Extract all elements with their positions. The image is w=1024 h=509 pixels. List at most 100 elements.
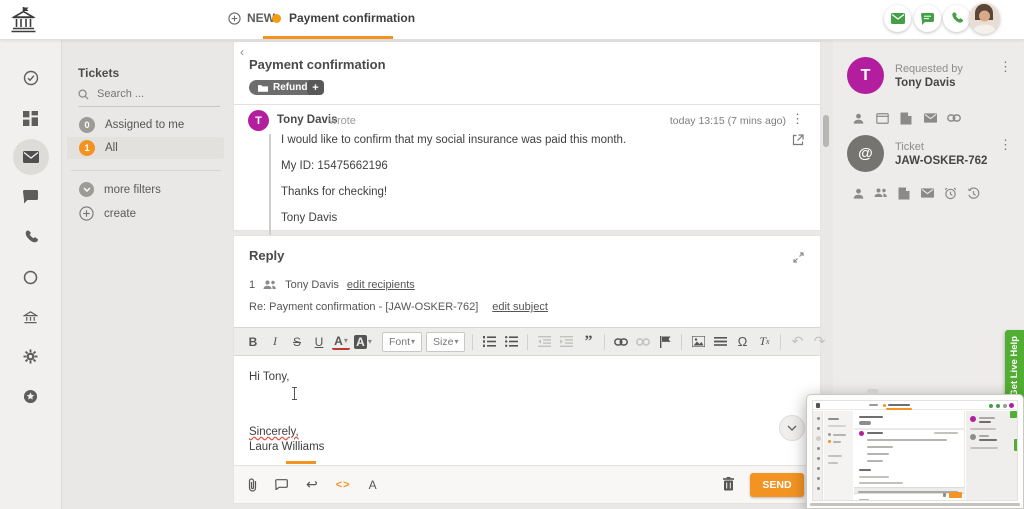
new-chat-button[interactable] <box>914 5 941 32</box>
quote-reply-button[interactable]: ↩ <box>306 476 318 493</box>
note-icon <box>898 187 910 200</box>
outdent-button[interactable] <box>535 332 553 352</box>
agent-avatar[interactable] <box>969 3 1000 34</box>
open-in-new-window-icon[interactable] <box>792 134 804 146</box>
requester-card-button[interactable] <box>875 111 889 125</box>
new-email-button[interactable] <box>884 5 911 32</box>
ticket-tab-payment-confirmation[interactable]: Payment confirmation <box>272 11 415 25</box>
requester-avatar[interactable]: T <box>847 57 884 94</box>
requested-by-label: Requested by <box>895 63 963 75</box>
insert-image-button[interactable] <box>689 332 707 352</box>
assigned-count-badge: 0 <box>79 117 95 133</box>
ticket-title: Payment confirmation <box>249 57 386 72</box>
message-menu-kebab-icon[interactable]: ⋮ <box>791 112 804 125</box>
active-tab-underline <box>263 36 393 39</box>
ticket-notes-button[interactable] <box>897 186 911 200</box>
recipients-count: 1 <box>249 279 255 291</box>
requester-profile-button[interactable] <box>851 111 865 125</box>
ticket-history-button[interactable] <box>966 186 980 200</box>
requester-link-button[interactable] <box>947 111 961 125</box>
filter-assigned-to-me[interactable]: 0 Assigned to me <box>67 114 224 136</box>
expand-editor-icon[interactable] <box>793 252 804 263</box>
html-source-button[interactable]: <> <box>336 479 351 491</box>
subject-row: Re: Payment confirmation - [JAW-OSKER-76… <box>249 301 548 313</box>
edit-subject-link[interactable]: edit subject <box>492 301 548 313</box>
strikethrough-button[interactable]: S <box>288 332 306 352</box>
reply-editor-card: Reply 1 Tony Davis edit recipients Re: P… <box>233 235 821 504</box>
search-input[interactable] <box>97 88 207 100</box>
edit-recipients-link[interactable]: edit recipients <box>347 279 415 291</box>
nav-social-button[interactable] <box>13 259 49 295</box>
flag-button[interactable] <box>656 332 674 352</box>
plain-text-button[interactable]: A <box>369 478 377 492</box>
canned-message-button[interactable] <box>275 479 288 490</box>
discard-draft-button[interactable] <box>723 477 734 491</box>
size-select[interactable]: Size ▾ <box>426 332 465 352</box>
nav-to-solve-button[interactable] <box>13 60 49 96</box>
clear-format-button[interactable]: Tx <box>755 332 773 352</box>
new-call-button[interactable] <box>943 5 970 32</box>
send-button[interactable]: SEND <box>750 473 804 497</box>
new-ticket-tab[interactable]: NEW <box>228 11 275 25</box>
add-tag-button[interactable]: + <box>307 80 324 95</box>
bullet-list-button[interactable] <box>502 332 520 352</box>
nav-calls-button[interactable] <box>13 219 49 255</box>
bold-button[interactable]: B <box>244 332 262 352</box>
requester-notes-button[interactable] <box>899 111 913 125</box>
screen-share-preview-window[interactable] <box>806 394 1024 509</box>
company-logo-bank-icon[interactable] <box>10 6 37 34</box>
ordered-list-button[interactable] <box>480 332 498 352</box>
tab-status-dot <box>272 14 281 23</box>
font-select[interactable]: Font ▾ <box>382 332 422 352</box>
pip-drag-handle[interactable] <box>867 389 878 395</box>
ticket-channel-avatar[interactable]: @ <box>847 135 884 172</box>
mail-icon <box>23 151 39 163</box>
reply-body-editor[interactable]: Hi Tony, Sincerely, Laura Williams <box>234 357 820 467</box>
nav-chats-button[interactable] <box>13 179 49 215</box>
special-char-button[interactable]: Ω <box>733 332 751 352</box>
ticket-participants-button[interactable] <box>874 186 888 200</box>
message-line: My ID: 15475662196 <box>281 160 626 172</box>
bg-color-button[interactable]: A▾ <box>354 332 372 352</box>
underline-button[interactable]: U <box>310 332 328 352</box>
unlink-button[interactable] <box>634 332 652 352</box>
ticket-agent-button[interactable] <box>851 186 865 200</box>
scrollbar-thumb[interactable] <box>823 115 829 147</box>
chat-outline-icon <box>275 479 288 490</box>
ticket-email-button[interactable] <box>920 186 934 200</box>
collapse-panel-chevron[interactable]: ‹ <box>240 45 244 59</box>
filter-all[interactable]: 1 All <box>67 137 224 159</box>
live-help-tab[interactable]: Get Live Help <box>1005 330 1024 402</box>
insert-link-button[interactable] <box>612 332 630 352</box>
italic-button[interactable]: I <box>266 332 284 352</box>
requester-menu-kebab-icon[interactable]: ⋮ <box>999 60 1012 73</box>
more-filters-button[interactable]: more filters <box>79 182 161 197</box>
text-color-button[interactable]: A▾ <box>332 334 350 350</box>
create-filter-button[interactable]: create <box>79 206 136 221</box>
nav-gamification-button[interactable] <box>13 378 49 414</box>
new-tab-label: NEW <box>247 11 275 25</box>
pip-mini-main <box>854 411 965 500</box>
search-icon <box>78 89 89 100</box>
horizontal-rule-button[interactable] <box>711 332 729 352</box>
nav-tickets-button[interactable] <box>13 139 49 175</box>
blockquote-button[interactable]: ” <box>579 332 597 352</box>
indent-button[interactable] <box>557 332 575 352</box>
tickets-filter-panel: Tickets 0 Assigned to me 1 All more filt… <box>63 40 228 509</box>
pip-screenshot <box>812 400 1018 501</box>
requester-email-button[interactable] <box>923 111 937 125</box>
ticket-reminder-button[interactable] <box>943 186 957 200</box>
recipients-row: 1 Tony Davis edit recipients <box>249 279 415 291</box>
reply-signature-name: Laura Williams <box>249 441 324 453</box>
nav-bank-button[interactable] <box>13 299 49 335</box>
scroll-down-button[interactable] <box>779 415 805 441</box>
trash-icon <box>723 477 734 491</box>
nav-dashboard-button[interactable] <box>13 100 49 136</box>
attach-file-button[interactable] <box>248 478 257 492</box>
undo-button[interactable]: ↶ <box>788 332 806 352</box>
ticket-menu-kebab-icon[interactable]: ⋮ <box>999 138 1012 151</box>
people-icon <box>874 188 888 198</box>
nav-settings-button[interactable] <box>13 338 49 374</box>
redo-button[interactable]: ↷ <box>810 332 828 352</box>
text-color-a: A <box>334 334 343 348</box>
